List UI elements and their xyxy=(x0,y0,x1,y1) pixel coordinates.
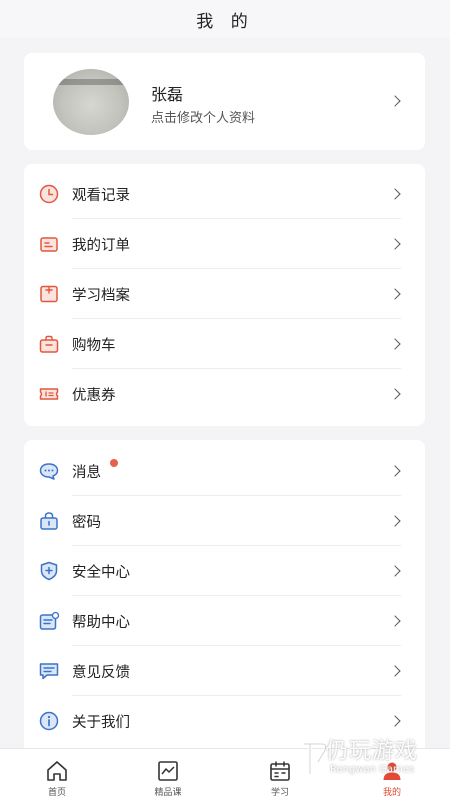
menu-item-label: 学习档案 xyxy=(72,288,130,304)
menu-item-label: 意见反馈 xyxy=(72,665,130,681)
chevron-right-icon xyxy=(389,665,401,677)
chat-bubble-icon xyxy=(39,463,59,480)
menu-item-my-orders[interactable]: 我的订单 xyxy=(24,219,425,269)
feedback-icon xyxy=(39,663,59,680)
menu-item-shopping-cart[interactable]: 购物车 xyxy=(24,319,425,369)
tab-featured-courses[interactable]: 精品课 xyxy=(123,749,213,800)
menu-item-label: 观看记录 xyxy=(72,188,130,204)
chevron-right-icon xyxy=(389,515,401,527)
chevron-right-icon xyxy=(389,288,401,300)
menu-item-feedback[interactable]: 意见反馈 xyxy=(24,646,425,696)
menu-item-password[interactable]: 密码 xyxy=(24,496,425,546)
menu-item-watch-history[interactable]: 观看记录 xyxy=(24,169,425,219)
tab-label: 首页 xyxy=(47,788,66,798)
calendar-icon xyxy=(270,761,290,781)
avatar[interactable] xyxy=(53,69,129,135)
home-icon xyxy=(47,761,67,781)
chevron-right-icon xyxy=(389,715,401,727)
shield-icon xyxy=(40,561,58,581)
tab-label: 精品课 xyxy=(154,788,182,798)
menu-item-label: 安全中心 xyxy=(72,565,130,581)
menu-item-messages[interactable]: 消息 xyxy=(24,446,425,496)
course-icon xyxy=(158,761,178,781)
menu-item-security-center[interactable]: 安全中心 xyxy=(24,546,425,596)
chevron-right-icon xyxy=(389,388,401,400)
menu-item-study-archive[interactable]: 学习档案 xyxy=(24,269,425,319)
tab-label: 学习 xyxy=(270,788,289,798)
menu-group-settings: 消息 密码 安全中心 帮助中心 意见反馈 关于我们 xyxy=(24,440,425,760)
help-icon xyxy=(39,611,60,630)
profile-card[interactable]: 张磊 点击修改个人资料 xyxy=(24,53,425,150)
tab-label: 我的 xyxy=(382,788,401,798)
menu-item-coupons[interactable]: 优惠券 xyxy=(24,369,425,419)
chevron-right-icon xyxy=(389,338,401,350)
tab-home[interactable]: 首页 xyxy=(12,749,102,800)
archive-icon xyxy=(40,285,58,303)
lock-icon xyxy=(40,512,58,530)
profile-name: 张磊 xyxy=(151,85,184,104)
order-icon xyxy=(40,237,58,252)
clock-icon xyxy=(39,184,59,204)
watermark-subtext: Rengwan Games xyxy=(330,764,415,775)
menu-item-label: 关于我们 xyxy=(72,715,130,731)
info-icon xyxy=(39,711,59,731)
chevron-right-icon xyxy=(389,565,401,577)
menu-item-label: 帮助中心 xyxy=(72,615,130,631)
menu-group-account: 观看记录 我的订单 学习档案 购物车 优惠券 xyxy=(24,164,425,426)
menu-item-help-center[interactable]: 帮助中心 xyxy=(24,596,425,646)
profile-edit-hint: 点击修改个人资料 xyxy=(151,111,256,126)
page-header: 我 的 xyxy=(0,0,450,38)
chevron-right-icon xyxy=(389,615,401,627)
page-title: 我 的 xyxy=(196,11,254,32)
watermark-text: 仍玩游戏 xyxy=(326,739,419,764)
chevron-right-icon xyxy=(389,238,401,250)
menu-item-label: 消息 xyxy=(72,465,101,481)
chevron-right-icon xyxy=(389,188,401,200)
menu-item-label: 密码 xyxy=(72,515,101,531)
chevron-right-icon xyxy=(389,95,401,107)
menu-item-label: 优惠券 xyxy=(72,388,116,404)
cart-bag-icon xyxy=(39,335,59,353)
chevron-right-icon xyxy=(389,465,401,477)
coupon-icon xyxy=(39,388,59,400)
unread-badge xyxy=(110,459,118,467)
menu-item-label: 购物车 xyxy=(72,338,116,354)
menu-item-label: 我的订单 xyxy=(72,238,130,254)
